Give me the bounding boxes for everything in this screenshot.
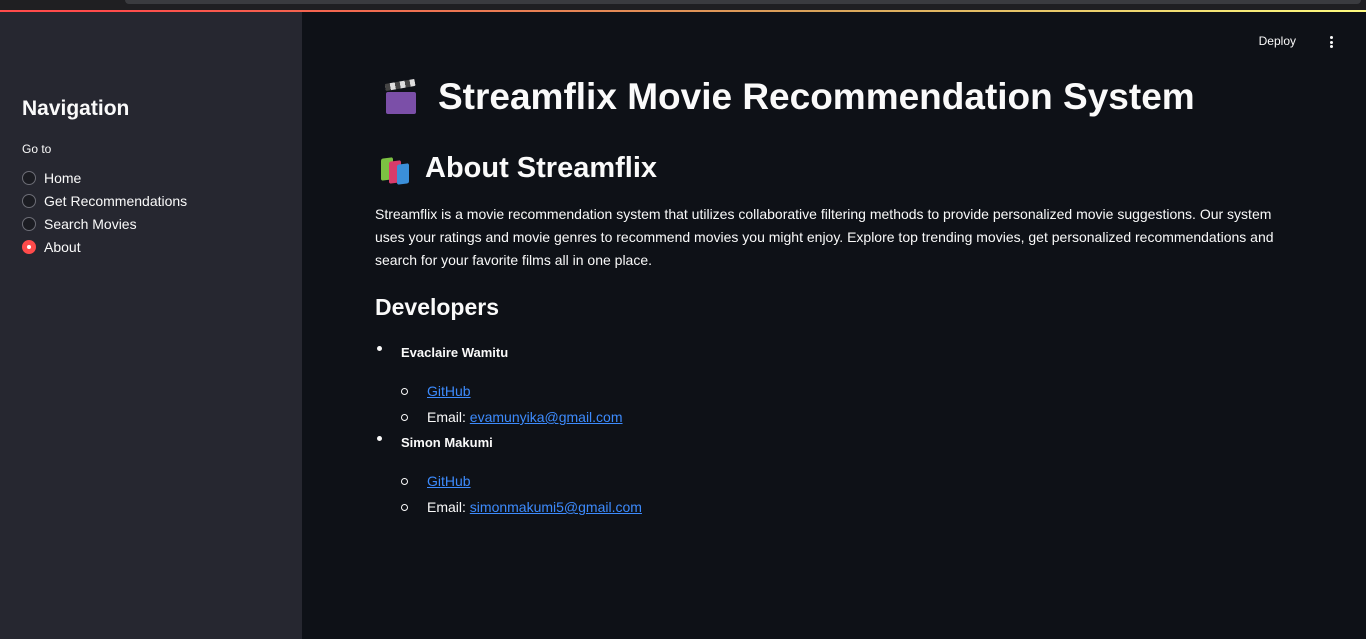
page-title-row: Streamflix Movie Recommendation System bbox=[384, 76, 1195, 118]
main-content: Deploy Streamflix Movie Recommendation S… bbox=[302, 12, 1366, 639]
sidebar-title: Navigation bbox=[22, 97, 130, 120]
about-heading-row: About Streamflix bbox=[379, 152, 657, 185]
radio-button-icon[interactable] bbox=[22, 170, 36, 185]
radio-option-home[interactable]: Home bbox=[22, 166, 187, 189]
email-link[interactable]: evamunyika@gmail.com bbox=[470, 409, 623, 425]
email-link[interactable]: simonmakumi5@gmail.com bbox=[470, 499, 642, 515]
github-link[interactable]: GitHub bbox=[427, 473, 471, 489]
github-item: GitHub bbox=[401, 378, 1075, 404]
page-title: Streamflix Movie Recommendation System bbox=[438, 76, 1195, 117]
books-icon bbox=[379, 154, 413, 185]
hollow-bullet-icon bbox=[401, 478, 408, 485]
email-prefix: Email: bbox=[427, 499, 470, 515]
about-paragraph: Streamflix is a movie recommendation sys… bbox=[375, 206, 1274, 268]
radio-button-checked-icon[interactable] bbox=[22, 239, 36, 254]
github-link[interactable]: GitHub bbox=[427, 383, 471, 399]
bullet-icon bbox=[377, 436, 382, 441]
sidebar: Navigation Go to Home Get Recommendation… bbox=[0, 12, 302, 639]
email-item: Email: evamunyika@gmail.com bbox=[401, 404, 1075, 430]
developers-heading: Developers bbox=[375, 294, 500, 320]
radio-option-search-movies[interactable]: Search Movies bbox=[22, 212, 187, 235]
radio-option-label: About bbox=[44, 238, 81, 255]
developer-name: Simon Makumi bbox=[401, 435, 493, 450]
deploy-button[interactable]: Deploy bbox=[1259, 34, 1296, 48]
browser-address-bar bbox=[125, 0, 1361, 4]
developer-contacts: GitHub Email: evamunyika@gmail.com bbox=[401, 378, 1075, 430]
about-heading: About Streamflix bbox=[425, 152, 658, 184]
hollow-bullet-icon bbox=[401, 388, 408, 395]
email-item: Email: simonmakumi5@gmail.com bbox=[401, 494, 1075, 520]
radio-group-label: Go to bbox=[22, 142, 52, 156]
radio-option-label: Home bbox=[44, 169, 82, 186]
radio-button-icon[interactable] bbox=[22, 193, 36, 208]
developer-item: Evaclaire Wamitu GitHub Email: evamunyik… bbox=[375, 340, 1075, 430]
hollow-bullet-icon bbox=[401, 414, 408, 421]
radio-button-icon[interactable] bbox=[22, 216, 36, 231]
kebab-menu-icon[interactable] bbox=[1324, 34, 1338, 50]
radio-option-label: Get Recommendations bbox=[44, 192, 188, 209]
developers-list: Evaclaire Wamitu GitHub Email: evamunyik… bbox=[375, 340, 1075, 520]
github-item: GitHub bbox=[401, 468, 1075, 494]
clapper-board-icon bbox=[384, 78, 418, 114]
developer-name: Evaclaire Wamitu bbox=[401, 345, 509, 360]
hollow-bullet-icon bbox=[401, 504, 408, 511]
email-prefix: Email: bbox=[427, 409, 470, 425]
developer-contacts: GitHub Email: simonmakumi5@gmail.com bbox=[401, 468, 1075, 520]
radio-option-label: Search Movies bbox=[44, 215, 137, 232]
developer-item: Simon Makumi GitHub Email: simonmakumi5@… bbox=[375, 430, 1075, 520]
radio-option-get-recommendations[interactable]: Get Recommendations bbox=[22, 189, 187, 212]
radio-option-about[interactable]: About bbox=[22, 235, 187, 258]
bullet-icon bbox=[377, 346, 382, 351]
navigation-radio-group: Home Get Recommendations Search Movies A… bbox=[22, 166, 187, 258]
